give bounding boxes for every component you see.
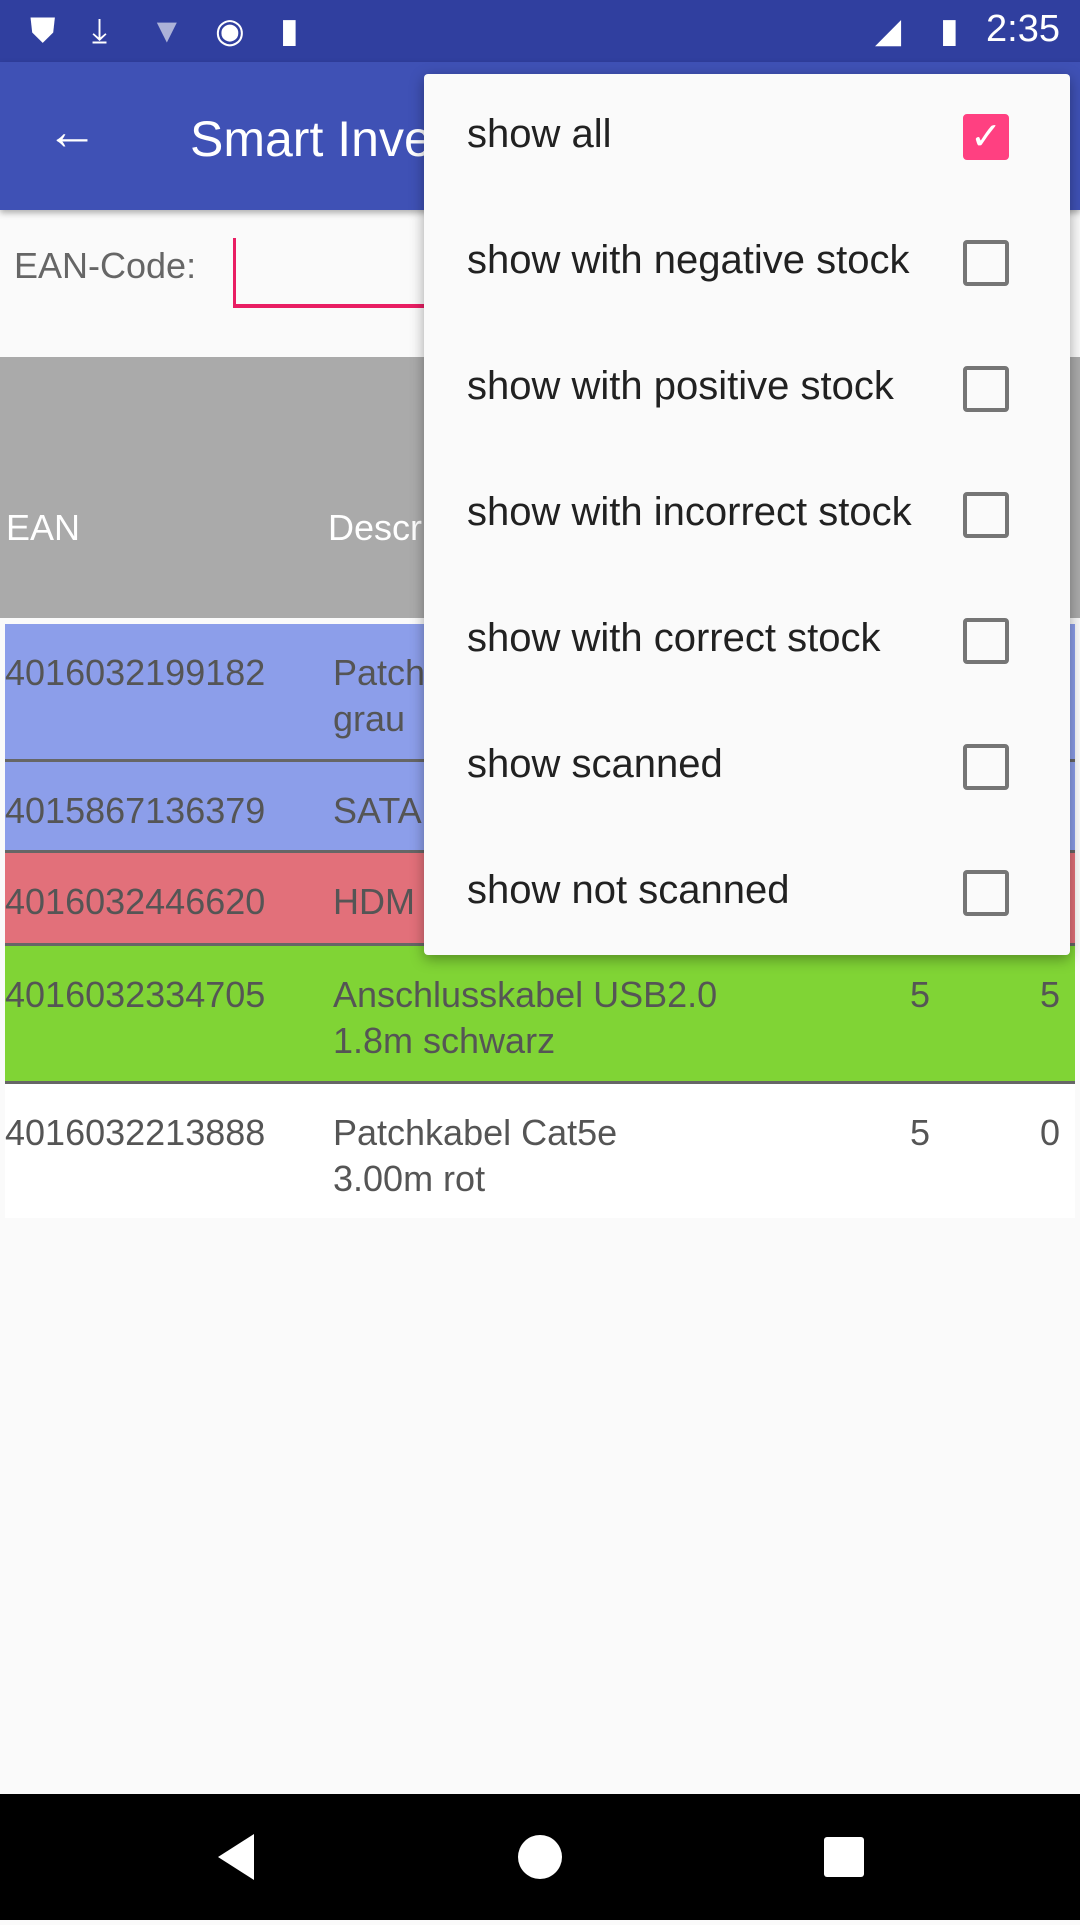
sd-card-icon: ▮ [280,12,299,50]
cell-stock: 5 [910,974,931,1015]
menu-item-label: show with incorrect stock [467,490,912,534]
menu-item[interactable]: show not scanned [424,830,1070,956]
checkbox-icon[interactable] [963,744,1009,790]
record-icon: ◉ [215,12,245,50]
table-row[interactable]: 4016032213888 Patchkabel Cat5e 3.00m rot… [5,1084,1075,1218]
cell-ean: 4016032213888 [5,1112,266,1153]
menu-item-label: show with correct stock [467,616,881,660]
cell-description: Anschlusskabel USB2.0 1.8m schwarz [333,974,718,1061]
cell-ean: 4016032199182 [5,652,266,693]
cell-counted: 5 [1040,974,1061,1015]
menu-item[interactable]: show with incorrect stock [424,452,1070,578]
ean-code-input[interactable] [233,238,433,308]
cell-description: HDM [333,881,415,922]
lte-signal-icon: ◢ [875,12,902,50]
download-icon: ⤓ [92,11,108,50]
home-nav-icon[interactable] [518,1835,562,1879]
wifi-unknown-icon: ▼ [150,11,184,50]
cell-description: SATA [333,790,422,831]
cell-ean: 4015867136379 [5,790,266,831]
cell-description: Patchkabel Cat5e 3.00m rot [333,1112,618,1199]
header-ean: EAN [6,507,81,548]
cell-description: Patch grau [333,652,426,739]
menu-item-label: show with positive stock [467,364,894,408]
cell-stock: 5 [910,1112,931,1153]
checkbox-icon[interactable] [963,240,1009,286]
cell-ean: 4016032446620 [5,881,266,922]
menu-item-label: show all [467,112,612,156]
back-arrow-icon[interactable]: ← [46,102,98,162]
page-title: Smart Inve [190,111,432,167]
menu-item-label: show scanned [467,742,723,786]
ean-code-label: EAN-Code: [14,245,197,286]
cell-counted: 0 [1040,1112,1061,1153]
filter-menu: show all ✓ show with negative stock show … [424,74,1070,955]
header-description: Descr [328,507,423,548]
battery-charging-icon: ▮ [940,12,959,50]
navigation-bar [0,1794,1080,1920]
status-bar: ⛊ ⤓ ▼ ◉ ▮ ◢ ▮ 2:35 [0,0,1080,62]
table-row[interactable]: 4016032334705 Anschlusskabel USB2.0 1.8m… [5,946,1075,1084]
menu-item[interactable]: show with correct stock [424,578,1070,704]
shield-icon: ⛊ [30,11,56,50]
cell-ean: 4016032334705 [5,974,266,1015]
checkbox-icon[interactable] [963,870,1009,916]
menu-item[interactable]: show with negative stock [424,200,1070,326]
menu-item-label: show not scanned [467,868,790,912]
back-nav-icon[interactable] [218,1834,254,1880]
menu-item[interactable]: show all ✓ [424,74,1070,200]
checkbox-icon[interactable] [963,366,1009,412]
checkbox-icon[interactable] [963,492,1009,538]
menu-item[interactable]: show with positive stock [424,326,1070,452]
checkbox-icon[interactable] [963,618,1009,664]
recents-nav-icon[interactable] [824,1837,864,1877]
menu-item-label: show with negative stock [467,238,910,282]
clock: 2:35 [986,8,1060,50]
menu-item[interactable]: show scanned [424,704,1070,830]
checkbox-checked-icon[interactable]: ✓ [963,114,1009,160]
